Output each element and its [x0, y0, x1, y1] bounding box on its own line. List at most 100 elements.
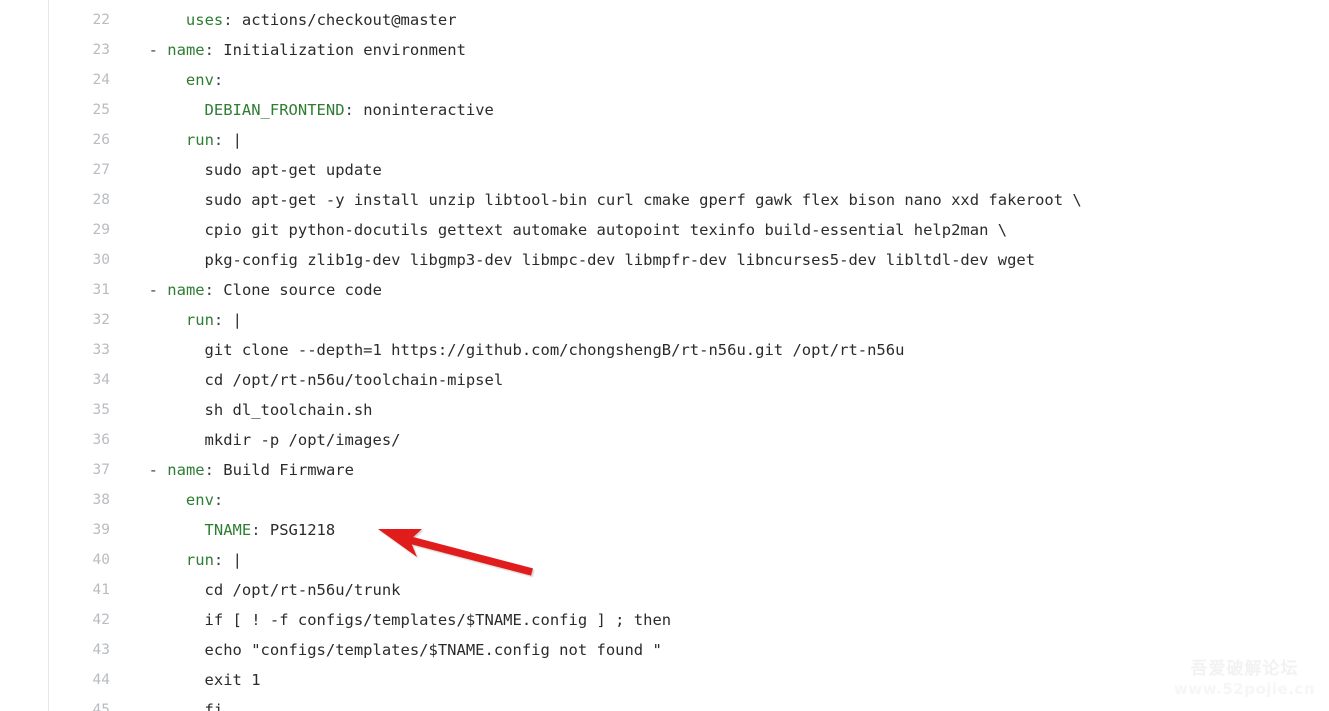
- token-punct: :: [213, 131, 224, 149]
- code-line[interactable]: 22 uses: actions/checkout@master: [0, 5, 1329, 35]
- token-plain: Initialization environment: [213, 41, 466, 59]
- code-line[interactable]: 32 run: |: [0, 305, 1329, 335]
- line-number: 42: [92, 612, 110, 628]
- code-line[interactable]: 26 run: |: [0, 125, 1329, 155]
- line-content[interactable]: echo "configs/templates/$TNAME.config no…: [205, 635, 662, 665]
- line-number: 24: [92, 72, 110, 88]
- line-content[interactable]: sudo apt-get -y install unzip libtool-bi…: [205, 185, 1082, 215]
- token-key: DEBIAN_FRONTEND: [204, 101, 345, 119]
- line-content[interactable]: if [ ! -f configs/templates/$TNAME.confi…: [205, 605, 672, 635]
- line-content[interactable]: git clone --depth=1 https://github.com/c…: [205, 335, 905, 365]
- code-line[interactable]: 42 if [ ! -f configs/templates/$TNAME.con…: [0, 605, 1329, 635]
- line-content[interactable]: cd /opt/rt-n56u/toolchain-mipsel: [205, 365, 504, 395]
- line-number: 26: [92, 132, 110, 148]
- code-line[interactable]: 25 DEBIAN_FRONTEND: noninteractive: [0, 95, 1329, 125]
- line-content[interactable]: fi: [205, 695, 224, 711]
- token-key: env: [185, 491, 214, 509]
- line-content[interactable]: - name: Clone source code: [149, 275, 382, 305]
- code-line[interactable]: 39 TNAME: PSG1218: [0, 515, 1329, 545]
- token-pipe: |: [223, 551, 242, 569]
- token-punct: :: [213, 71, 224, 89]
- token-plain: exit 1: [204, 671, 261, 689]
- token-plain: mkdir -p /opt/images/: [204, 431, 401, 449]
- token-plain: PSG1218: [260, 521, 336, 539]
- line-content[interactable]: - name: Initialization environment: [149, 35, 466, 65]
- line-number: 36: [92, 432, 110, 448]
- line-number: 45: [92, 702, 110, 711]
- token-punct: :: [204, 41, 214, 59]
- line-content[interactable]: run: |: [186, 545, 242, 575]
- code-line[interactable]: 23 - name: Initialization environment: [0, 35, 1329, 65]
- token-plain: sudo apt-get -y install unzip libtool-bi…: [204, 191, 1082, 209]
- line-number: 44: [92, 672, 110, 688]
- line-number: 28: [92, 192, 110, 208]
- line-content[interactable]: run: |: [186, 125, 242, 155]
- line-content[interactable]: sudo apt-get update: [205, 155, 382, 185]
- token-key: run: [185, 311, 214, 329]
- watermark-title: 吾爱破解论坛: [1190, 659, 1299, 679]
- code-line[interactable]: 41 cd /opt/rt-n56u/trunk: [0, 575, 1329, 605]
- line-number: 37: [92, 462, 110, 478]
- code-line[interactable]: 37 - name: Build Firmware: [0, 455, 1329, 485]
- token-plain: Clone source code: [213, 281, 382, 299]
- code-lines-container[interactable]: 22 uses: actions/checkout@master 23 - name:…: [0, 0, 1329, 711]
- line-number: 43: [92, 642, 110, 658]
- token-punct: :: [213, 311, 224, 329]
- token-plain: cd /opt/rt-n56u/trunk: [204, 581, 401, 599]
- line-content[interactable]: mkdir -p /opt/images/: [205, 425, 401, 455]
- line-content[interactable]: cd /opt/rt-n56u/trunk: [205, 575, 401, 605]
- token-plain: Build Firmware: [213, 461, 354, 479]
- token-plain: cpio git python-docutils gettext automak…: [204, 221, 1008, 239]
- token-punct: :: [213, 491, 224, 509]
- code-line[interactable]: 33 git clone --depth=1 https://github.com…: [0, 335, 1329, 365]
- line-number: 40: [92, 552, 110, 568]
- line-number: 38: [92, 492, 110, 508]
- token-punct: :: [344, 101, 354, 119]
- line-content[interactable]: run: |: [186, 305, 242, 335]
- line-number: 29: [92, 222, 110, 238]
- code-line[interactable]: 31 - name: Clone source code: [0, 275, 1329, 305]
- code-line[interactable]: 35 sh dl_toolchain.sh: [0, 395, 1329, 425]
- line-content[interactable]: sh dl_toolchain.sh: [205, 395, 373, 425]
- line-number: 23: [92, 42, 110, 58]
- line-number: 31: [92, 282, 110, 298]
- token-pipe: |: [223, 311, 242, 329]
- line-content[interactable]: exit 1: [205, 665, 261, 695]
- line-content[interactable]: DEBIAN_FRONTEND: noninteractive: [205, 95, 494, 125]
- token-key: name: [167, 281, 205, 299]
- code-line[interactable]: 29 cpio git python-docutils gettext autom…: [0, 215, 1329, 245]
- line-content[interactable]: - name: Build Firmware: [149, 455, 354, 485]
- code-line[interactable]: 34 cd /opt/rt-n56u/toolchain-mipsel: [0, 365, 1329, 395]
- site-watermark: 吾爱破解论坛 www.52pojie.cn: [1174, 659, 1315, 699]
- code-line[interactable]: 36 mkdir -p /opt/images/: [0, 425, 1329, 455]
- code-line[interactable]: 40 run: |: [0, 545, 1329, 575]
- code-viewer: 22 uses: actions/checkout@master 23 - name:…: [0, 0, 1329, 711]
- line-number: 27: [92, 162, 110, 178]
- token-key: uses: [185, 11, 224, 29]
- token-pipe: |: [223, 131, 242, 149]
- token-punct: :: [251, 521, 261, 539]
- line-content[interactable]: pkg-config zlib1g-dev libgmp3-dev libmpc…: [205, 245, 1036, 275]
- code-line[interactable]: 38 env:: [0, 485, 1329, 515]
- watermark-url: www.52pojie.cn: [1174, 680, 1315, 699]
- token-plain: sh dl_toolchain.sh: [204, 401, 373, 419]
- token-key: run: [185, 131, 214, 149]
- line-content[interactable]: cpio git python-docutils gettext automak…: [205, 215, 1008, 245]
- code-line[interactable]: 45 fi: [0, 695, 1329, 711]
- line-content[interactable]: TNAME: PSG1218: [205, 515, 336, 545]
- line-number: 35: [92, 402, 110, 418]
- code-line[interactable]: 43 echo "configs/templates/$TNAME.config …: [0, 635, 1329, 665]
- line-number: 41: [92, 582, 110, 598]
- code-line[interactable]: 28 sudo apt-get -y install unzip libtool-…: [0, 185, 1329, 215]
- line-content[interactable]: uses: actions/checkout@master: [186, 5, 457, 35]
- code-line[interactable]: 24 env:: [0, 65, 1329, 95]
- token-plain: cd /opt/rt-n56u/toolchain-mipsel: [204, 371, 504, 389]
- token-dash: -: [148, 461, 168, 479]
- code-line[interactable]: 44 exit 1: [0, 665, 1329, 695]
- line-number: 25: [92, 102, 110, 118]
- line-content[interactable]: env:: [186, 65, 223, 95]
- code-line[interactable]: 27 sudo apt-get update: [0, 155, 1329, 185]
- line-content[interactable]: env:: [186, 485, 223, 515]
- line-number: 32: [92, 312, 110, 328]
- code-line[interactable]: 30 pkg-config zlib1g-dev libgmp3-dev libm…: [0, 245, 1329, 275]
